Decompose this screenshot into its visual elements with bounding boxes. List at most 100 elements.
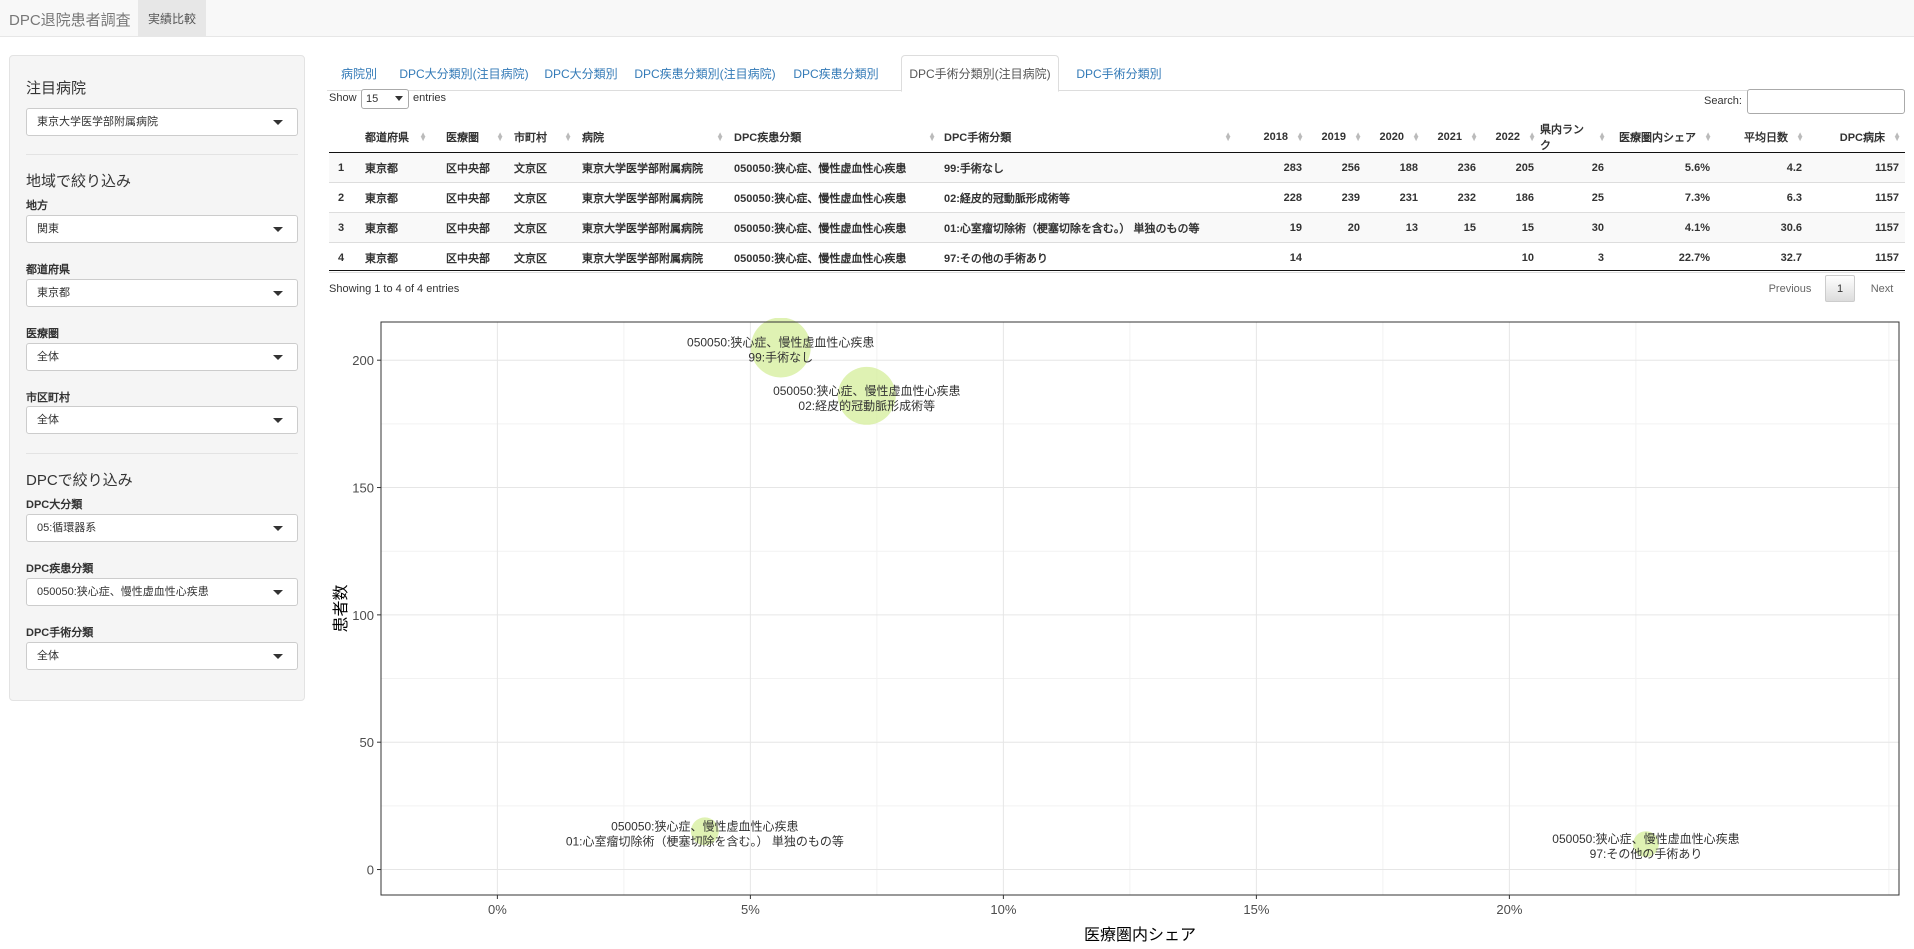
tab-dpc-surgery-focus[interactable]: DPC手術分類別(注目病院) (901, 55, 1059, 92)
column-header[interactable]: 平均日数 ▲ ▼ (1716, 121, 1808, 153)
column-header[interactable]: DPC病床 ▲ ▼ (1808, 121, 1905, 153)
data-label: 02:経皮的冠動脈形成術等 (798, 398, 935, 413)
column-header[interactable]: 2020 ▲ ▼ (1366, 121, 1424, 153)
table-cell: 228 (1283, 191, 1302, 204)
table-cell: 5.6% (1684, 161, 1710, 174)
table-cell: 文京区 (514, 162, 547, 175)
column-header[interactable]: 2022 ▲ ▼ (1482, 121, 1540, 153)
tab-dpc-disease[interactable]: DPC疾患分類別 (785, 55, 887, 91)
table-cell: 区中央部 (446, 192, 490, 205)
table-cell: 東京大学医学部附属病院 (582, 252, 703, 265)
table-cell (1308, 243, 1366, 272)
search-input[interactable] (1747, 89, 1905, 114)
navbar: DPC退院患者調査 実績比較 (0, 0, 1914, 37)
dpc-major-select[interactable]: 05:循環器系 (26, 514, 298, 542)
sort-icon: ▲ ▼ (1893, 130, 1901, 143)
column-header[interactable]: 2018 ▲ ▼ (1236, 121, 1308, 153)
divider (26, 453, 298, 454)
chevron-down-icon (273, 120, 283, 125)
dpc-disease-select[interactable]: 050050:狭心症、慢性虚血性心疾患 (26, 578, 298, 606)
table-cell: 99:手術なし (944, 162, 1004, 175)
sort-icon: ▲ ▼ (1528, 130, 1536, 143)
table-cell: 3 (337, 221, 345, 234)
sort-icon: ▲ ▼ (419, 130, 427, 143)
tab-dpc-major-focus[interactable]: DPC大分類別(注目病院) (391, 55, 537, 91)
column-header-label: 医療圏内シェア (1619, 132, 1696, 144)
table-cell: 14 (1289, 251, 1302, 264)
table-cell: 1157 (1875, 191, 1899, 204)
table-row[interactable]: 2 東京都 区中央部 文京区 東京大学医学部附属病院 050050:狭心症、慢性虚血性心疾… (329, 183, 1905, 213)
sort-icon: ▲ ▼ (928, 130, 936, 143)
page-1-button[interactable]: 1 (1825, 275, 1855, 302)
table-cell: 01:心室瘤切除術（梗塞切除を含む。） 単独のもの等 (944, 222, 1200, 235)
column-header[interactable]: 2021 ▲ ▼ (1424, 121, 1482, 153)
column-header-label: 平均日数 (1744, 132, 1788, 144)
table-cell: 文京区 (514, 192, 547, 205)
table-cell: 文京区 (514, 222, 547, 235)
medical-area-label: 医療圏 (26, 328, 59, 340)
table-cell: 15 (1463, 221, 1476, 234)
medical-area-select[interactable]: 全体 (26, 343, 298, 371)
table-cell: 25 (1591, 191, 1604, 204)
column-header-label: DPC病床 (1839, 132, 1885, 144)
search-label: Search: (1704, 95, 1742, 107)
column-header[interactable]: 2019 ▲ ▼ (1308, 121, 1366, 153)
nav-tab-performance-comparison[interactable]: 実績比較 (138, 0, 206, 37)
sort-icon: ▲ ▼ (1354, 130, 1362, 143)
dpc-surgery-select[interactable]: 全体 (26, 642, 298, 670)
table-cell: 231 (1399, 191, 1418, 204)
table-row[interactable]: 1 東京都 区中央部 文京区 東京大学医学部附属病院 050050:狭心症、慢性虚血性心疾… (329, 153, 1905, 183)
dpc-filter-heading: DPCで絞り込み (26, 472, 133, 489)
prefecture-select[interactable]: 東京都 (26, 279, 298, 307)
chevron-down-icon (273, 418, 283, 423)
table-row[interactable]: 3 東京都 区中央部 文京区 東京大学医学部附属病院 050050:狭心症、慢性虚血性心疾… (329, 213, 1905, 243)
sort-icon: ▲ ▼ (564, 130, 572, 143)
entries-length-select[interactable]: 15 (361, 89, 409, 109)
city-label: 市区町村 (26, 392, 70, 404)
tab-dpc-major[interactable]: DPC大分類別 (537, 55, 625, 91)
dpc-disease-label: DPC疾患分類 (26, 563, 94, 575)
dpc-major-select-value: 05:循環器系 (37, 522, 97, 534)
region-label: 地方 (26, 200, 48, 212)
table-row[interactable]: 4 東京都 区中央部 文京区 東京大学医学部附属病院 050050:狭心症、慢性虚血性心疾… (329, 243, 1905, 273)
next-page-button[interactable]: Next (1862, 275, 1902, 302)
chevron-down-icon (273, 590, 283, 595)
x-tick-label: 5% (741, 902, 760, 917)
table-cell: 東京都 (365, 162, 398, 175)
sort-icon: ▲ ▼ (716, 130, 724, 143)
tab-dpc-surgery[interactable]: DPC手術分類別 (1063, 55, 1175, 91)
column-header[interactable]: 病院 ▲ ▼ (578, 121, 728, 153)
table-cell: 東京大学医学部附属病院 (582, 192, 703, 205)
x-tick-label: 0% (488, 902, 507, 917)
medical-area-select-value: 全体 (37, 351, 59, 363)
column-header-label: 2021 (1437, 131, 1462, 143)
tab-dpc-disease-focus[interactable]: DPC疾患分類別(注目病院) (625, 55, 785, 91)
app-brand[interactable]: DPC退院患者調査 (9, 9, 131, 30)
table-cell: 239 (1341, 191, 1360, 204)
previous-page-button[interactable]: Previous (1762, 275, 1818, 302)
y-tick-label: 0 (367, 863, 374, 878)
region-select[interactable]: 関東 (26, 215, 298, 243)
tab-by-hospital[interactable]: 病院別 (327, 55, 391, 91)
table-cell: 20 (1347, 221, 1360, 234)
hospital-heading: 注目病院 (26, 80, 87, 97)
table-cell: 4.1% (1684, 221, 1710, 234)
dpc-surgery-label: DPC手術分類 (26, 627, 94, 639)
hospital-select[interactable]: 東京大学医学部附属病院 (26, 108, 298, 136)
column-header[interactable]: 都道府県 ▲ ▼ (361, 121, 431, 153)
table-cell: 050050:狭心症、慢性虚血性心疾患 (734, 222, 907, 235)
dpc-major-label: DPC大分類 (26, 499, 83, 511)
column-header[interactable]: DPC手術分類 ▲ ▼ (940, 121, 1236, 153)
table-cell: 236 (1457, 161, 1476, 174)
column-header[interactable]: 市町村 ▲ ▼ (510, 121, 576, 153)
hospital-select-value: 東京大学医学部附属病院 (37, 116, 158, 128)
column-header[interactable]: 医療圏内シェア ▲ ▼ (1610, 121, 1716, 153)
city-select[interactable]: 全体 (26, 406, 298, 434)
table-cell: 1 (337, 161, 345, 174)
column-header[interactable]: DPC疾患分類 ▲ ▼ (730, 121, 940, 153)
table-cell: 186 (1515, 191, 1534, 204)
column-header[interactable]: 医療圏 ▲ ▼ (442, 121, 508, 153)
column-header[interactable]: 県内ランク ▲ ▼ (1540, 121, 1610, 153)
y-axis-label: 患者数 (332, 584, 350, 632)
table-cell: 3 (1597, 251, 1604, 264)
